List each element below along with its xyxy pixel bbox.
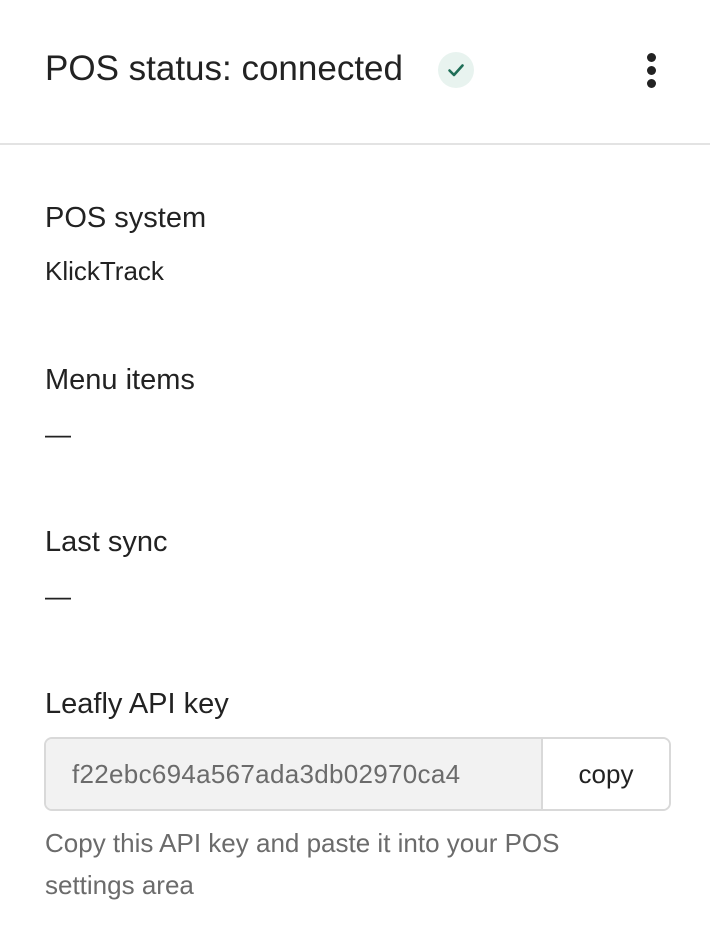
- pos-system-label: POS system: [45, 202, 207, 234]
- copy-button[interactable]: copy: [543, 739, 669, 809]
- check-icon: [438, 52, 474, 88]
- kebab-menu-icon[interactable]: [636, 48, 668, 92]
- last-sync-value: —: [45, 581, 71, 611]
- api-key-label: Leafly API key: [45, 688, 229, 720]
- pos-system-value: KlickTrack: [45, 256, 164, 286]
- panel-header: POS status: connected: [0, 0, 710, 145]
- menu-items-value: —: [45, 419, 71, 449]
- api-key-group: copy: [44, 737, 671, 811]
- api-key-helper-text: Copy this API key and paste it into your…: [45, 828, 560, 900]
- last-sync-label: Last sync: [45, 526, 168, 558]
- menu-items-label: Menu items: [45, 364, 195, 396]
- page-title: POS status: connected: [45, 49, 403, 88]
- api-key-field[interactable]: [46, 739, 543, 809]
